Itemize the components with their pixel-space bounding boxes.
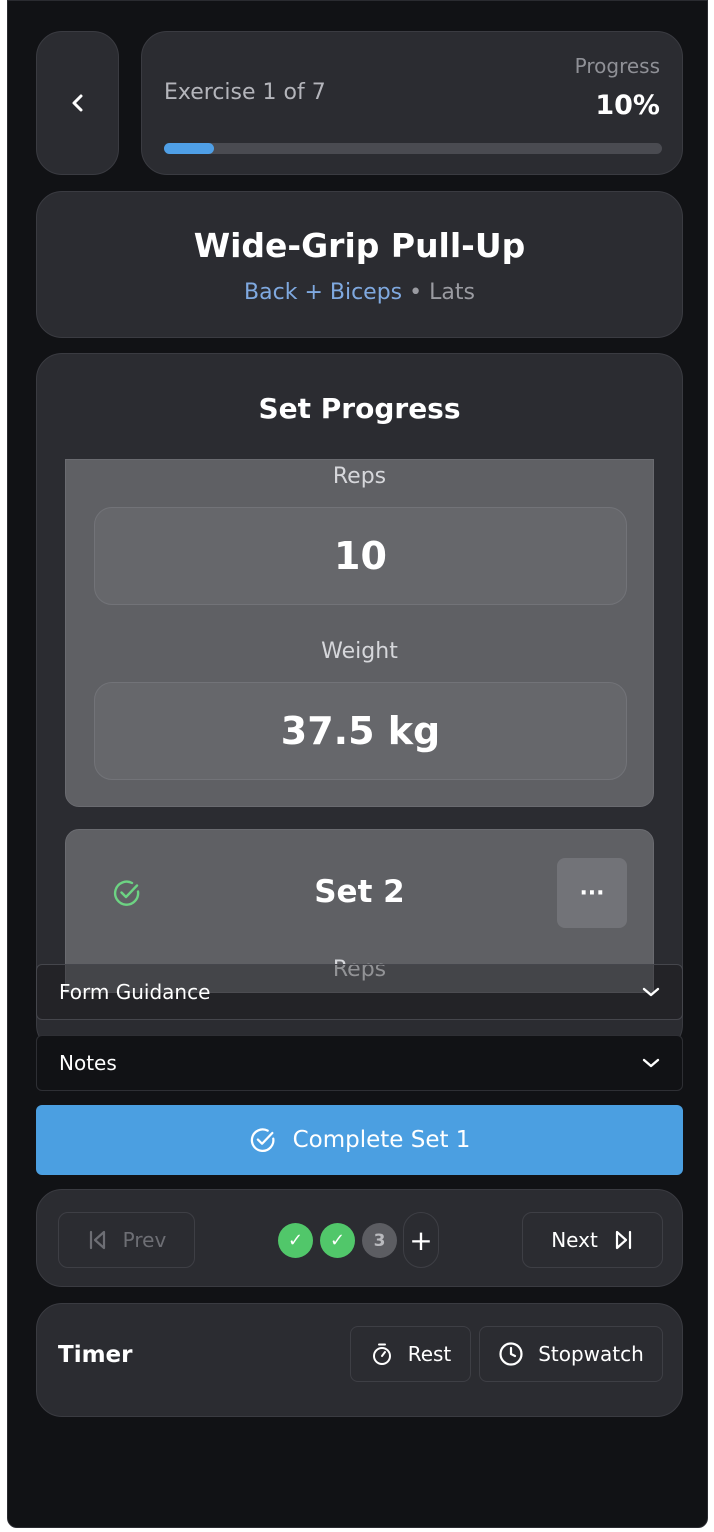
set-navigation: Prev ✓ ✓ 3 + Next bbox=[36, 1189, 683, 1287]
complete-set-button[interactable]: Complete Set 1 bbox=[36, 1105, 683, 1175]
complete-set-label: Complete Set 1 bbox=[292, 1127, 471, 1153]
progress-bar bbox=[164, 143, 662, 154]
check-icon: ✓ bbox=[329, 1230, 346, 1251]
weight-label: Weight bbox=[321, 639, 398, 664]
current-set-panel: Reps 10 Weight 37.5 kg bbox=[65, 459, 654, 807]
timer-icon bbox=[372, 1343, 391, 1365]
more-options-button[interactable]: ··· bbox=[557, 858, 627, 928]
exercise-title: Wide-Grip Pull-Up bbox=[193, 226, 526, 265]
rest-timer-button[interactable]: Rest bbox=[350, 1326, 471, 1382]
form-guidance-label: Form Guidance bbox=[59, 980, 211, 1004]
exercise-info-card: Wide-Grip Pull-Up Back + Biceps • Lats bbox=[36, 191, 683, 338]
weight-input[interactable]: 37.5 kg bbox=[94, 682, 627, 780]
exercise-counter: Exercise 1 of 7 bbox=[164, 80, 326, 105]
set-progress-title: Set Progress bbox=[258, 392, 461, 425]
app-screen: Exercise 1 of 7 Progress 10% Wide-Grip P… bbox=[7, 0, 708, 1528]
notes-accordion[interactable]: Notes bbox=[36, 1035, 683, 1091]
back-button[interactable] bbox=[36, 31, 119, 175]
notes-label: Notes bbox=[59, 1051, 117, 1075]
prev-set-button[interactable]: Prev bbox=[58, 1212, 195, 1268]
primary-muscles: Back + Biceps bbox=[244, 280, 403, 305]
set-dot-2[interactable]: ✓ bbox=[320, 1223, 355, 1258]
check-icon: ✓ bbox=[287, 1230, 304, 1251]
set-dot-1[interactable]: ✓ bbox=[278, 1223, 313, 1258]
chevron-down-icon bbox=[642, 987, 660, 997]
check-circle-icon bbox=[250, 1128, 275, 1152]
progress-label: Progress bbox=[574, 54, 660, 78]
progress-percentage: 10% bbox=[595, 90, 660, 121]
prev-label: Prev bbox=[122, 1228, 167, 1252]
clock-icon bbox=[499, 1342, 523, 1366]
muscle-groups: Back + Biceps • Lats bbox=[37, 280, 682, 305]
rest-label: Rest bbox=[407, 1342, 452, 1366]
set-dot-3[interactable]: 3 bbox=[362, 1223, 397, 1258]
reps-label: Reps bbox=[332, 464, 387, 489]
timer-card: Timer Rest Stopwatch bbox=[36, 1303, 683, 1417]
stopwatch-label: Stopwatch bbox=[538, 1342, 644, 1366]
skip-back-icon bbox=[89, 1230, 105, 1250]
stopwatch-button[interactable]: Stopwatch bbox=[479, 1326, 663, 1382]
form-guidance-accordion[interactable]: Form Guidance bbox=[36, 964, 683, 1020]
workout-progress-card: Exercise 1 of 7 Progress 10% bbox=[141, 31, 683, 175]
add-set-button[interactable]: + bbox=[403, 1212, 439, 1268]
secondary-muscles: • Lats bbox=[409, 280, 475, 305]
next-set-button[interactable]: Next bbox=[522, 1212, 663, 1268]
progress-bar-fill bbox=[164, 143, 214, 154]
chevron-left-icon bbox=[72, 94, 82, 112]
timer-label: Timer bbox=[58, 1342, 133, 1368]
skip-forward-icon bbox=[615, 1230, 631, 1250]
reps-input[interactable]: 10 bbox=[94, 507, 627, 605]
chevron-down-icon bbox=[642, 1058, 660, 1068]
next-label: Next bbox=[551, 1228, 598, 1252]
